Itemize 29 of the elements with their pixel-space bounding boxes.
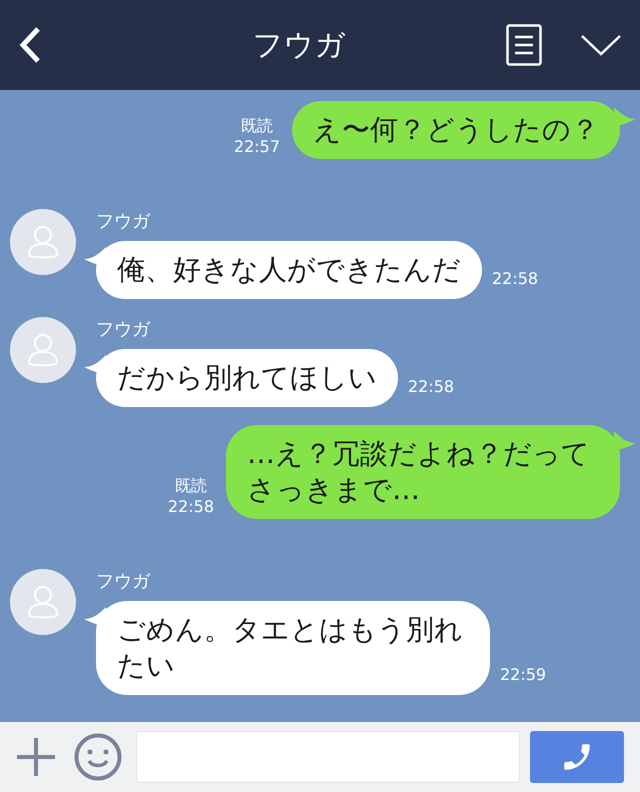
- message-text: …え？冗談だよね？だってさっきまで…: [247, 436, 591, 508]
- smiley-icon: [74, 733, 122, 781]
- back-icon: [18, 26, 42, 64]
- message-time: 22:58: [408, 376, 454, 398]
- emoji-button[interactable]: [74, 733, 122, 781]
- message-text: 俺、好きな人ができたんだ: [117, 252, 461, 288]
- chevron-down-icon: [581, 34, 621, 56]
- read-receipt: 既読: [240, 115, 273, 136]
- notes-icon: [506, 24, 542, 66]
- sender-name: フウガ: [96, 571, 152, 593]
- read-receipt: 既読: [174, 475, 207, 496]
- message-text: だから別れてほしい: [117, 360, 377, 396]
- avatar-icon[interactable]: [10, 209, 76, 275]
- avatar-icon[interactable]: [10, 569, 76, 635]
- message-time: 22:58: [168, 496, 214, 517]
- plus-icon: [16, 737, 56, 777]
- message-text: ごめん。タエとはもう別れたい: [117, 612, 464, 684]
- chat-title: フウガ: [252, 26, 346, 64]
- avatar-icon[interactable]: [10, 317, 76, 383]
- message-time: 22:58: [492, 268, 538, 290]
- call-button[interactable]: [530, 731, 624, 783]
- sender-name: フウガ: [96, 211, 152, 233]
- message-time: 22:57: [234, 136, 280, 157]
- message-text: え〜何？どうしたの？: [313, 112, 599, 148]
- message-input-field[interactable]: [136, 731, 520, 783]
- sender-name: フウガ: [96, 319, 152, 341]
- message-time: 22:59: [500, 664, 546, 686]
- notes-button[interactable]: [506, 24, 542, 66]
- add-button[interactable]: [16, 737, 56, 777]
